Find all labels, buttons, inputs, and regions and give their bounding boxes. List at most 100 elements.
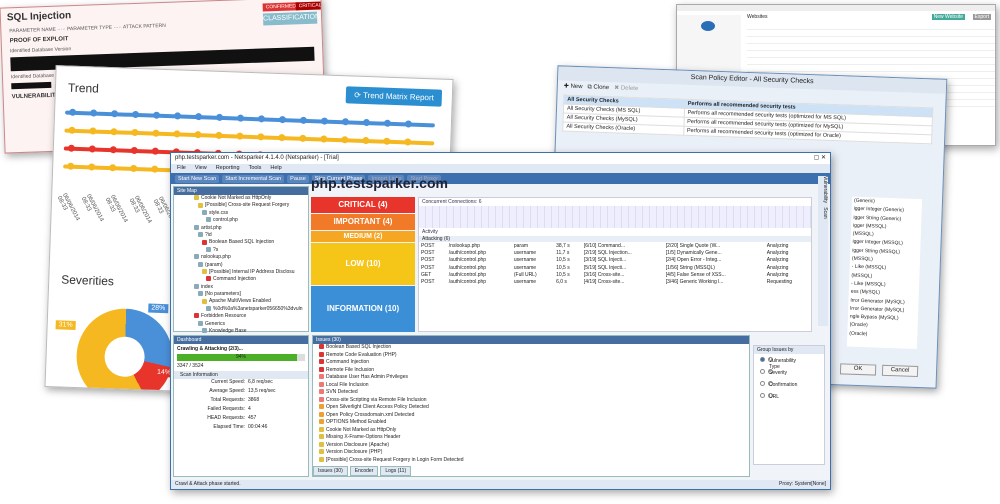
website-row[interactable] bbox=[747, 51, 995, 58]
website-row[interactable] bbox=[747, 30, 995, 37]
issue-severity-icon bbox=[319, 389, 324, 395]
menu-tools[interactable]: Tools bbox=[249, 165, 262, 171]
bottom-tab-1[interactable]: Encoder bbox=[349, 466, 379, 476]
cloud-logo-icon bbox=[701, 21, 715, 31]
issue-item[interactable]: Open Policy Crossdomain.xml Detected bbox=[313, 412, 749, 420]
activity-row[interactable]: POST/nslookup.php param 38,7 s [6/10] Comma… bbox=[419, 242, 811, 249]
stat-label: Elapsed Time: bbox=[213, 424, 245, 430]
trend-matrix-report-button[interactable]: ⟳ Trend Matrix Report bbox=[345, 86, 443, 107]
issue-item[interactable]: Cross-site Scripting via Remote File Inc… bbox=[313, 397, 749, 405]
toolbar-button-pause[interactable]: Pause bbox=[287, 174, 309, 183]
critical-count[interactable]: CRITICAL (4) bbox=[311, 197, 415, 213]
issue-item[interactable]: SVN Detected bbox=[313, 389, 749, 397]
website-row[interactable] bbox=[747, 37, 995, 44]
scan-tab[interactable]: Scan bbox=[822, 207, 828, 218]
activity-row[interactable]: POST/auth/control.php username 10,5 s [3/19… bbox=[419, 257, 811, 264]
activity-cell: [2/4] Open Error - Integ... bbox=[665, 257, 722, 264]
site-map-node[interactable]: control.php bbox=[174, 217, 308, 224]
menu-view[interactable]: View bbox=[195, 165, 207, 171]
site-map-node[interactable]: Boolean Based SQL Injection bbox=[174, 239, 308, 246]
group-option[interactable]: Vulnerability Type bbox=[754, 354, 824, 371]
issue-item[interactable]: Open Silverlight Client Access Policy De… bbox=[313, 404, 749, 412]
site-map-node[interactable]: [No parameters] bbox=[174, 291, 308, 298]
group-option-label: Vulnerability Type bbox=[768, 357, 797, 371]
stat-value: 00:04:46 bbox=[248, 424, 268, 430]
site-map-node[interactable]: [Possible] Internal IP Address Disclosu bbox=[174, 269, 308, 276]
issue-item[interactable]: Boolean Based SQL Injection bbox=[313, 344, 749, 352]
site-map-node[interactable]: style.css bbox=[174, 210, 308, 217]
cancel-button[interactable]: Cancel bbox=[881, 364, 919, 378]
window-controls[interactable]: ▢ ✕ bbox=[814, 154, 826, 161]
issue-item[interactable]: Cookie Not Marked as HttpOnly bbox=[313, 427, 749, 435]
site-map-node[interactable]: Forbidden Resource bbox=[174, 313, 308, 320]
site-map-node[interactable]: ?id bbox=[174, 232, 308, 239]
node-label: [Possible] Cross-site Request Forgery bbox=[205, 202, 290, 209]
group-option-label: Confirmation bbox=[768, 381, 798, 389]
group-option-label: URL bbox=[768, 393, 780, 401]
delete-policy-button[interactable]: ✖ Delete bbox=[614, 85, 638, 92]
issue-item[interactable]: Version Disclosure (PHP) bbox=[313, 449, 749, 457]
site-map-node[interactable]: %0d%0a%3anetsparker056650%3dvuln bbox=[174, 306, 308, 313]
issue-item[interactable]: Database User Has Admin Privileges bbox=[313, 374, 749, 382]
group-option[interactable]: Confirmation bbox=[754, 378, 824, 390]
websites-header: Websites New Website Export bbox=[747, 11, 995, 23]
important-count[interactable]: IMPORTANT (4) bbox=[311, 214, 415, 230]
website-row[interactable] bbox=[747, 44, 995, 51]
site-map-node[interactable]: [Possible] Cross-site Request Forgery bbox=[174, 202, 308, 209]
issue-item[interactable]: OPTIONS Method Enabled bbox=[313, 419, 749, 427]
site-map-node[interactable]: Cookie Not Marked as HttpOnly bbox=[174, 195, 308, 202]
low-count[interactable]: LOW (10) bbox=[311, 243, 415, 285]
node-icon bbox=[206, 276, 211, 282]
website-row[interactable] bbox=[747, 58, 995, 65]
website-row[interactable] bbox=[747, 65, 995, 72]
bottom-tab-2[interactable]: Logs (11) bbox=[380, 466, 412, 476]
site-map-node[interactable]: nslookup.php bbox=[174, 254, 308, 261]
clone-policy-button[interactable]: ⧉ Clone bbox=[587, 84, 609, 91]
activity-row[interactable]: GET/auth/control.php (Full URL) 10,5 s [3/1… bbox=[419, 271, 811, 278]
site-map-node[interactable]: Generics bbox=[174, 321, 308, 328]
issue-item[interactable]: Local File Inclusion bbox=[313, 382, 749, 390]
issue-item[interactable]: Command Injection bbox=[313, 359, 749, 367]
ok-button[interactable]: OK bbox=[839, 363, 877, 376]
issue-item[interactable]: Remote File Inclusion bbox=[313, 367, 749, 375]
trend-point bbox=[194, 113, 203, 121]
site-map-node[interactable]: index bbox=[174, 284, 308, 291]
issue-item[interactable]: Remote Code Evaluation (PHP) bbox=[313, 352, 749, 360]
stat-row: Average Speed: 13,5 req/sec bbox=[174, 388, 308, 397]
website-row[interactable] bbox=[747, 23, 995, 30]
issue-label: Version Disclosure (PHP) bbox=[326, 449, 383, 455]
menu-help[interactable]: Help bbox=[270, 165, 281, 171]
site-map-node[interactable]: Command Injection bbox=[174, 276, 308, 283]
group-option[interactable]: Severity bbox=[754, 366, 824, 378]
issue-item[interactable]: Missing X-Frame-Options Header bbox=[313, 434, 749, 442]
site-map-node[interactable]: Apache MultiViews Enabled bbox=[174, 298, 308, 305]
toolbar-button-start-incremental-scan[interactable]: Start Incremental Scan bbox=[222, 174, 285, 183]
main-titlebar: php.testsparker.com - Netsparker 4.1.4.0… bbox=[171, 153, 830, 164]
security-check-item[interactable]: (Oracle) bbox=[847, 329, 917, 340]
group-option[interactable]: URL bbox=[754, 390, 824, 402]
toolbar-button-start-new-scan[interactable]: Start New Scan bbox=[175, 174, 220, 183]
site-map-node[interactable]: ?s bbox=[174, 247, 308, 254]
site-map-node[interactable]: artist.php bbox=[174, 225, 308, 232]
issue-item[interactable]: [Possible] Cross-site Request Forgery in… bbox=[313, 457, 749, 465]
progress-label: Crawling & Attacking (2/3)... bbox=[177, 346, 243, 352]
issue-item[interactable]: Version Disclosure (Apache) bbox=[313, 442, 749, 450]
activity-row[interactable]: POST/auth/control.php username 6,0 s [4/19]… bbox=[419, 278, 811, 285]
site-map-node[interactable]: (param) bbox=[174, 262, 308, 269]
menu-reporting[interactable]: Reporting bbox=[216, 165, 240, 171]
menu-file[interactable]: File bbox=[177, 165, 186, 171]
information-count[interactable]: INFORMATION (10) bbox=[311, 286, 415, 332]
new-website-button[interactable]: New Website bbox=[931, 14, 965, 20]
issue-severity-icon bbox=[319, 441, 324, 447]
activity-row[interactable]: POST/auth/control.php username 10,5 s [5/19… bbox=[419, 264, 811, 271]
medium-count[interactable]: MEDIUM (2) bbox=[311, 231, 415, 242]
trend-point bbox=[341, 118, 350, 126]
activity-row[interactable]: POST/auth/control.php username 11,7 s [2/19… bbox=[419, 249, 811, 256]
export-button[interactable]: Export bbox=[972, 14, 991, 20]
new-policy-button[interactable]: ✚ New bbox=[564, 84, 583, 91]
date-tick: 06/06/2014 08:33 bbox=[79, 193, 105, 223]
trend-point bbox=[341, 136, 349, 144]
vulnerability-tab[interactable]: Vulnerability bbox=[822, 176, 828, 203]
trend-points bbox=[68, 108, 413, 128]
bottom-tab-0[interactable]: Issues (30) bbox=[313, 466, 348, 476]
